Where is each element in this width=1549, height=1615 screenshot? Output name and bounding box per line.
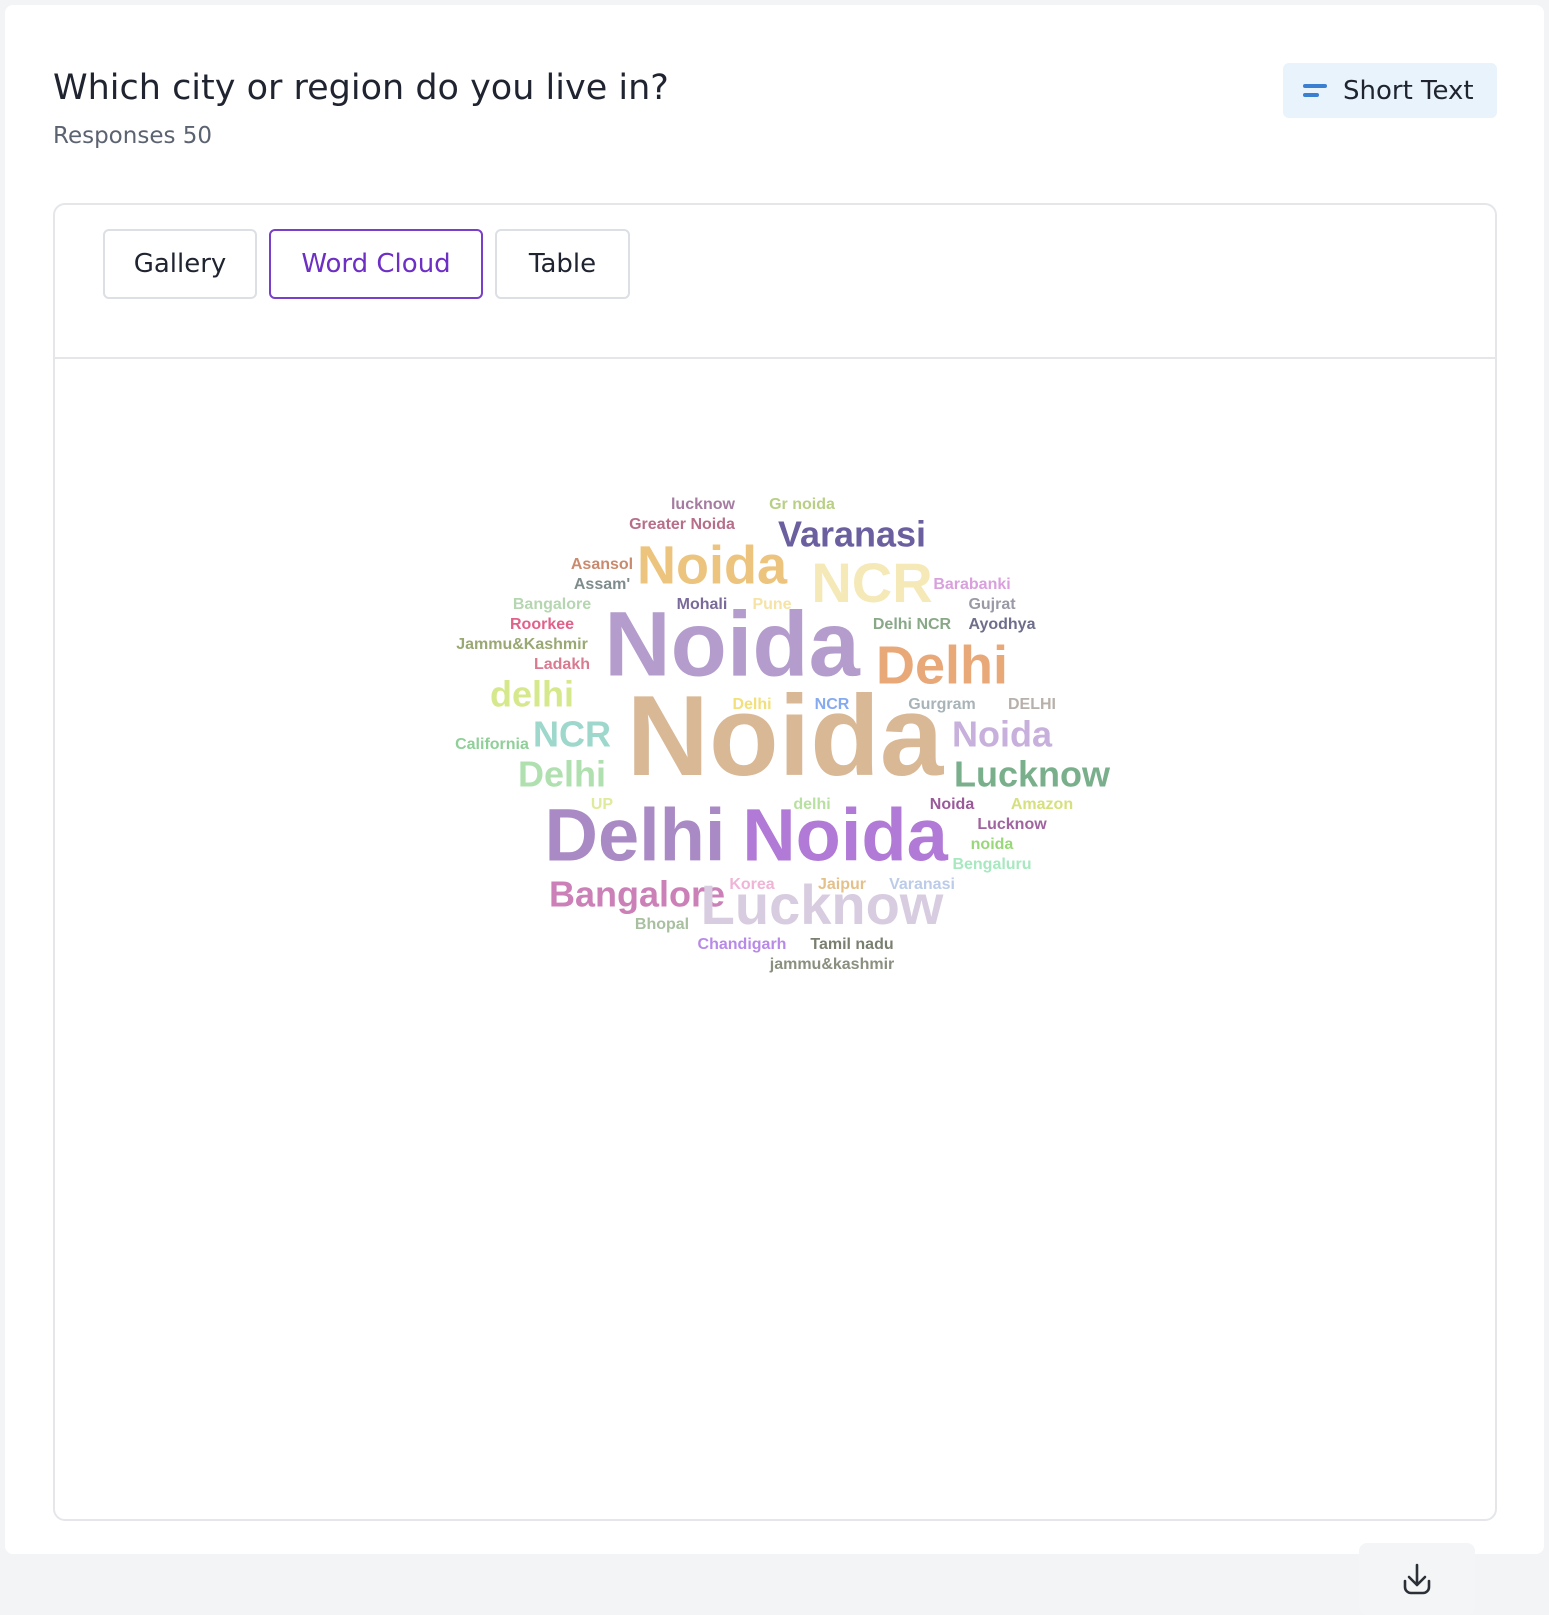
word-cloud-word: Delhi NCR — [873, 616, 952, 633]
word-cloud-word: Noida — [637, 535, 788, 595]
word-cloud-word: Bengaluru — [952, 856, 1031, 873]
word-cloud-word: Ladakh — [534, 656, 590, 673]
word-cloud-word: California — [455, 736, 529, 753]
tab-table[interactable]: Table — [495, 229, 630, 299]
word-cloud-word: Noida — [627, 673, 945, 800]
word-cloud-word: Ayodhya — [969, 616, 1036, 633]
word-cloud-word: Lucknow — [977, 816, 1047, 833]
word-cloud-word: Chandigarh — [698, 936, 787, 953]
word-cloud-word: Noida — [952, 714, 1053, 755]
word-cloud-word: Bhopal — [635, 916, 689, 933]
word-cloud-word: Assam' — [574, 576, 630, 593]
question-panel: Which city or region do you live in? Res… — [5, 5, 1544, 1615]
word-cloud-word: NCR — [533, 714, 611, 755]
download-icon — [1403, 1563, 1431, 1595]
word-cloud-word: lucknow — [671, 496, 736, 513]
word-cloud-word: Bangalore — [549, 874, 725, 915]
word-cloud-word: Roorkee — [510, 616, 574, 633]
word-cloud-word: Delhi — [518, 754, 606, 795]
word-cloud-word: Lucknow — [954, 754, 1111, 795]
word-cloud-word: jammu&kashmir — [769, 956, 895, 973]
view-tabs: Gallery Word Cloud Table — [55, 205, 1495, 359]
word-cloud-word: Gujrat — [968, 596, 1016, 613]
tab-word-cloud[interactable]: Word Cloud — [269, 229, 483, 299]
word-cloud-word: Asansol — [571, 556, 633, 573]
word-cloud-word: Greater Noida — [629, 516, 735, 533]
tab-gallery[interactable]: Gallery — [103, 229, 257, 299]
short-text-icon — [1303, 83, 1327, 97]
responses-count: Responses 50 — [53, 123, 213, 149]
word-cloud-word: Jammu&Kashmir — [456, 636, 588, 653]
word-cloud-word: Lucknow — [701, 873, 944, 936]
word-cloud: lucknow Gr noida Greater Noida Varanasi Asan… — [455, 496, 1111, 973]
word-cloud-word: Tamil nadu — [810, 936, 893, 953]
question-type-badge: Short Text — [1283, 63, 1497, 118]
word-cloud-word: Barabanki — [933, 576, 1010, 593]
word-cloud-word: Delhi — [545, 794, 726, 877]
word-cloud-word: DELHI — [1008, 696, 1056, 713]
word-cloud-word: Amazon — [1011, 796, 1073, 813]
word-cloud-word: Varanasi — [778, 514, 926, 555]
word-cloud-area: lucknow Gr noida Greater Noida Varanasi Asan… — [55, 359, 1495, 1615]
word-cloud-word: delhi — [490, 674, 574, 715]
word-cloud-word: Bangalore — [513, 596, 591, 613]
word-cloud-word: Gr noida — [769, 496, 835, 513]
word-cloud-word: Noida — [742, 794, 948, 877]
word-cloud-word: noida — [971, 836, 1014, 853]
question-type-label: Short Text — [1343, 75, 1474, 106]
question-title: Which city or region do you live in? — [53, 68, 669, 108]
results-card: Gallery Word Cloud Table lucknow Gr noida… — [53, 203, 1497, 1615]
